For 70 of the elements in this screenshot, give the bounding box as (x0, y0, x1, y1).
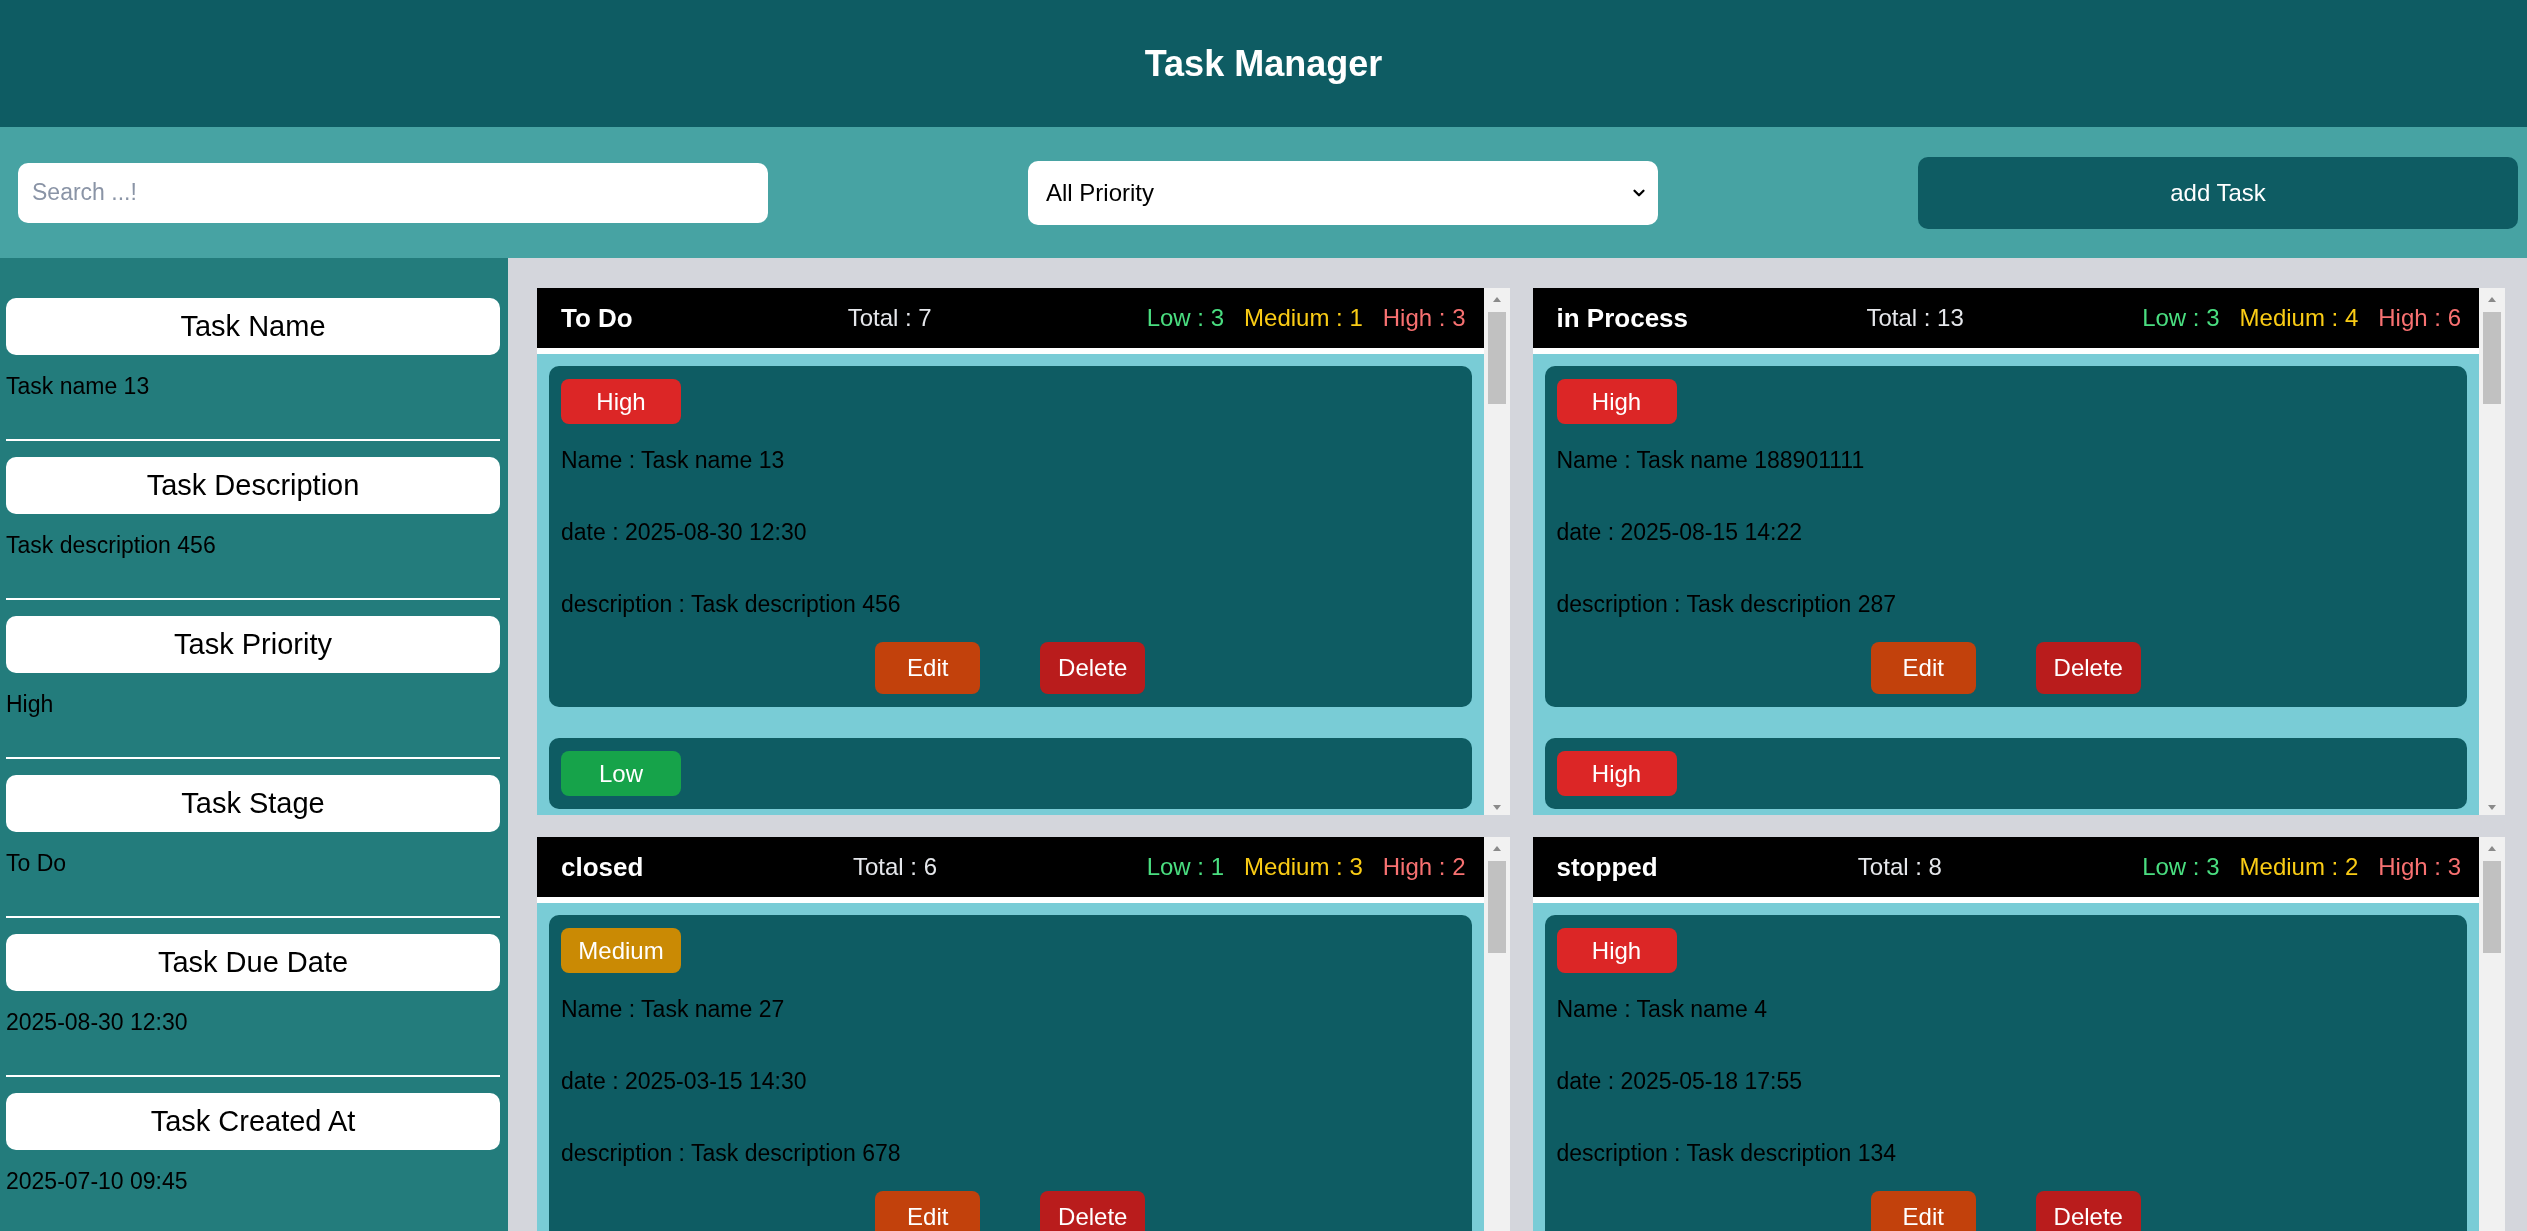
add-task-button[interactable]: add Task (1918, 156, 2518, 229)
scrollbar-thumb[interactable] (1487, 861, 1506, 953)
edit-button[interactable]: Edit (875, 642, 981, 694)
detail-heading: Task Description (6, 457, 500, 514)
task-field: description : Task description 678 (561, 1117, 1460, 1189)
priority-badge: Medium (561, 928, 681, 973)
priority-count: Low : 3 (2142, 304, 2220, 332)
task-field: description : Task description 456 (561, 568, 1460, 640)
task-field: description : Task description 287 (1556, 568, 2455, 640)
detail-value: Task name 13 (6, 372, 151, 401)
priority-count: Medium : 1 (1244, 304, 1363, 332)
detail-heading: Task Stage (6, 775, 500, 832)
task-field: date : 2025-08-15 14:22 (1556, 496, 2455, 568)
app-title: Task Manager (1144, 42, 1383, 85)
board-total: Total : 7 (847, 304, 932, 332)
board-total: Total : 13 (1866, 304, 1964, 332)
detail-heading: Task Name (6, 298, 500, 355)
detail-value: High (6, 690, 55, 719)
priority-count: Low : 3 (1146, 304, 1225, 332)
priority-badge: High (1556, 379, 1677, 424)
task-field: date : 2025-05-18 17:55 (1556, 1045, 2455, 1117)
task-field: Name : Task name 188901111 (1556, 424, 2455, 496)
scrollbar-thumb[interactable] (2483, 861, 2501, 953)
detail-value: 2025-07-10 09:45 (6, 1167, 189, 1196)
priority-count: Low : 3 (2142, 853, 2220, 881)
priority-count: Medium : 2 (2239, 853, 2359, 881)
detail-heading: Task Priority (6, 616, 500, 673)
priority-count: Medium : 3 (1244, 853, 1363, 881)
delete-button[interactable]: Delete (1040, 1191, 1146, 1231)
priority-count: Medium : 4 (2239, 304, 2359, 332)
priority-count: High : 6 (2378, 304, 2461, 332)
priority-select[interactable]: All Priority (1028, 160, 1658, 225)
priority-count: High : 2 (1382, 853, 1466, 881)
priority-badge: High (1556, 751, 1677, 796)
priority-count: Low : 1 (1146, 853, 1225, 881)
scrollbar-thumb[interactable] (2483, 312, 2501, 404)
priority-badge: High (561, 379, 681, 424)
board-title: in Process (1556, 302, 1688, 334)
task-field: Name : Task name 4 (1556, 973, 2455, 1045)
board-title: stopped (1556, 851, 1658, 883)
task-field: date : 2025-03-15 14:30 (561, 1045, 1460, 1117)
detail-heading: Task Due Date (6, 934, 500, 991)
detail-heading: Task Created At (6, 1093, 500, 1150)
task-field: Name : Task name 13 (561, 424, 1460, 496)
task-field: Name : Task name 27 (561, 973, 1460, 1045)
edit-button[interactable]: Edit (1870, 1191, 1976, 1231)
scrollbar[interactable] (1483, 837, 1510, 1231)
scrollbar[interactable] (2479, 288, 2505, 815)
scrollbar[interactable] (2479, 837, 2505, 1231)
task-field: date : 2025-08-30 12:30 (561, 496, 1460, 568)
priority-badge: Low (561, 751, 681, 796)
board-total: Total : 6 (853, 853, 938, 881)
scrollbar[interactable] (1483, 288, 1510, 815)
detail-value: To Do (6, 849, 68, 878)
priority-badge: High (1556, 928, 1677, 973)
board-title: To Do (561, 302, 633, 334)
detail-value: Task description 456 (6, 531, 217, 560)
delete-button[interactable]: Delete (2035, 1191, 2141, 1231)
scrollbar-thumb[interactable] (1487, 312, 1506, 404)
edit-button[interactable]: Edit (1870, 642, 1976, 694)
board-title: closed (561, 851, 644, 883)
task-field: description : Task description 134 (1556, 1117, 2455, 1189)
edit-button[interactable]: Edit (875, 1191, 981, 1231)
priority-count: High : 3 (1382, 304, 1466, 332)
board-total: Total : 8 (1857, 853, 1942, 881)
search-field[interactable]: Search ...! (18, 162, 768, 223)
detail-value: 2025-08-30 12:30 (6, 1008, 189, 1037)
delete-button[interactable]: Delete (1040, 642, 1146, 694)
delete-button[interactable]: Delete (2035, 642, 2141, 694)
priority-count: High : 3 (2378, 853, 2461, 881)
